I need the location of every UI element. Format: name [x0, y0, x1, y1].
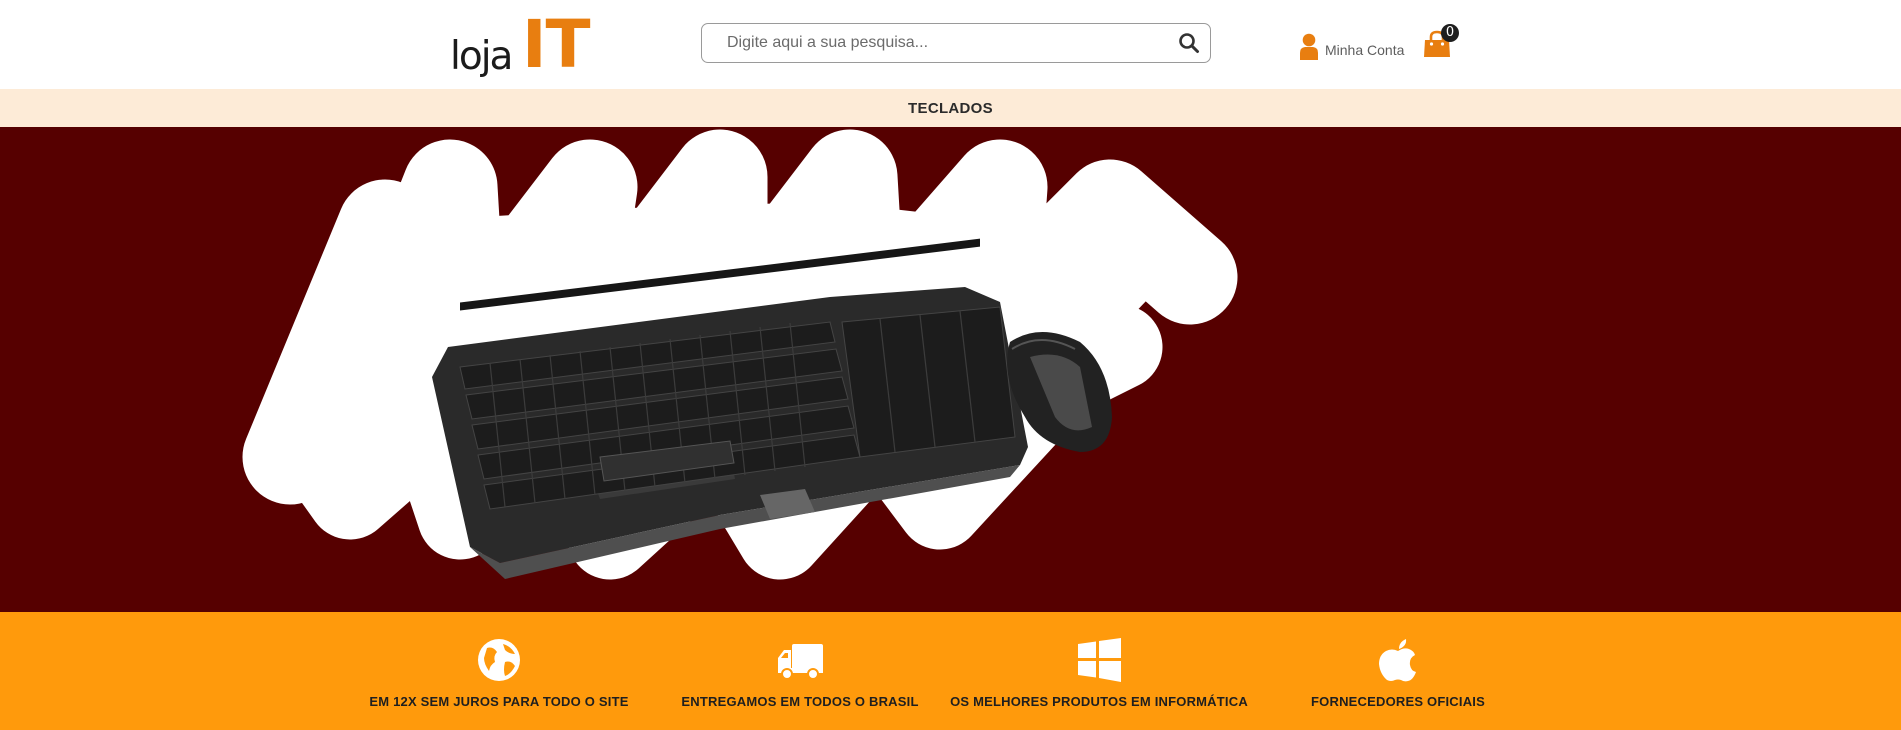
cart-count-badge: 0 [1441, 24, 1459, 42]
search-icon [1179, 32, 1199, 53]
store-logo[interactable]: loja IT [450, 6, 600, 83]
nav-item-teclados[interactable]: TECLADOS [908, 100, 993, 117]
features-bar: EM 12X SEM JUROS PARA TODO O SITE ENTREG… [0, 612, 1901, 730]
search-bar [701, 23, 1211, 63]
search-input[interactable] [727, 32, 1167, 54]
feature-label: FORNECEDORES OFICIAIS [1311, 694, 1485, 709]
category-nav: TECLADOS [0, 89, 1901, 127]
feature-label: ENTREGAMOS EM TODOS O BRASIL [681, 694, 919, 709]
truck-icon [778, 644, 823, 680]
windows-icon [1078, 638, 1121, 682]
site-header: loja IT Minha Conta 0 [0, 0, 1901, 89]
cart-button[interactable]: 0 [1423, 24, 1463, 60]
search-button[interactable] [1176, 31, 1202, 57]
globe-icon [478, 639, 520, 681]
hero-banner[interactable] [0, 127, 1901, 612]
apple-icon [1379, 639, 1416, 682]
my-account-label: Minha Conta [1325, 42, 1405, 58]
feature-label: OS MELHORES PRODUTOS EM INFORMÁTICA [950, 694, 1248, 709]
logo-text-it: IT [522, 6, 591, 83]
feature-products: OS MELHORES PRODUTOS EM INFORMÁTICA [929, 612, 1269, 730]
hero-illustration [242, 129, 1238, 580]
feature-suppliers: FORNECEDORES OFICIAIS [1228, 612, 1568, 730]
user-icon [1300, 33, 1318, 60]
feature-label: EM 12X SEM JUROS PARA TODO O SITE [369, 694, 629, 709]
my-account-link[interactable]: Minha Conta [1299, 30, 1404, 60]
logo-text-loja: loja [450, 34, 513, 79]
feature-installments: EM 12X SEM JUROS PARA TODO O SITE [329, 612, 669, 730]
feature-shipping: ENTREGAMOS EM TODOS O BRASIL [630, 612, 970, 730]
